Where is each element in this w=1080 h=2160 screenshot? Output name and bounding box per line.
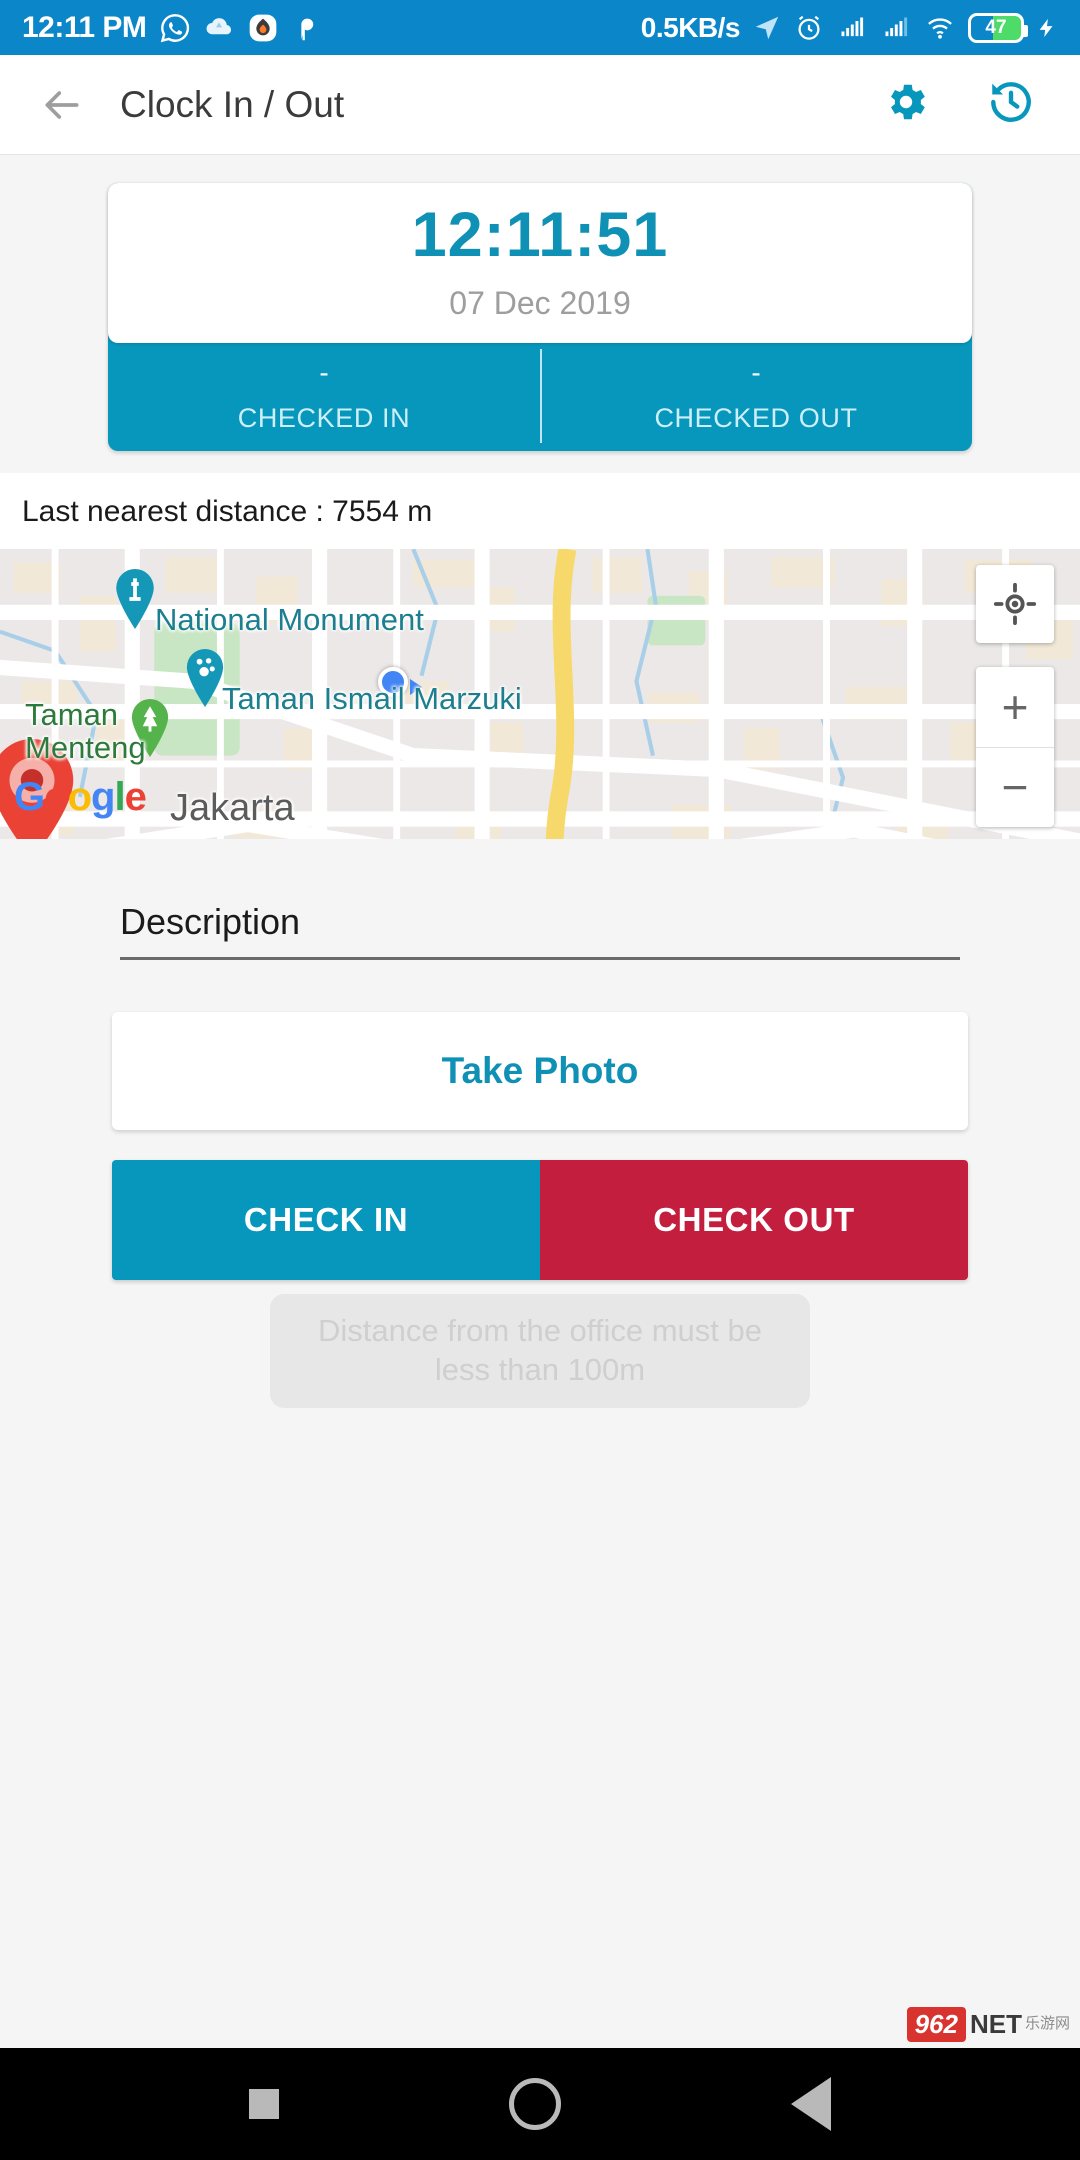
whatsapp-icon xyxy=(159,12,191,44)
check-out-button[interactable]: CHECK OUT xyxy=(540,1160,968,1280)
app-bar: Clock In / Out xyxy=(0,55,1080,155)
map-label-taman-menteng-line2: Menteng xyxy=(25,729,146,765)
watermark-number: 962 xyxy=(906,2007,966,2042)
history-icon[interactable] xyxy=(986,77,1036,132)
map-background xyxy=(0,549,1080,839)
checked-out-value: - xyxy=(751,356,761,388)
watermark-net: NET xyxy=(969,2009,1022,2039)
zoom-out-button[interactable]: − xyxy=(976,748,1054,828)
take-photo-button[interactable]: Take Photo xyxy=(112,1012,968,1130)
check-action-row: CHECK IN CHECK OUT xyxy=(112,1160,968,1280)
page-title: Clock In / Out xyxy=(120,83,345,125)
watermark: 962 NET 乐游网 xyxy=(906,2007,1070,2042)
current-time: 12:11:51 xyxy=(411,200,669,270)
signal-bars-2-icon xyxy=(880,14,912,42)
location-arrow-icon xyxy=(752,13,782,43)
checked-out-stat: - CHECKED OUT xyxy=(540,341,972,451)
description-field-wrapper xyxy=(120,901,960,960)
status-bar-clock: 12:11 PM xyxy=(22,10,147,44)
clock-display-card: 12:11:51 07 Dec 2019 xyxy=(108,183,972,343)
map-view[interactable]: National Monument Taman Ismail Marzuki T… xyxy=(0,549,1080,839)
clock-card-wrapper: - CHECKED IN - CHECKED OUT 12:11:51 07 D… xyxy=(108,183,972,451)
my-location-icon[interactable] xyxy=(976,565,1054,643)
description-input[interactable] xyxy=(120,901,960,943)
battery-level-label: 47 xyxy=(985,16,1007,38)
last-nearest-distance: Last nearest distance : 7554 m xyxy=(0,473,1080,549)
app-icon xyxy=(247,12,279,44)
map-label-national-monument: National Monument xyxy=(155,602,424,637)
alarm-icon xyxy=(794,13,824,43)
checked-in-stat: - CHECKED IN xyxy=(108,341,540,451)
square-recent-icon[interactable] xyxy=(249,2089,279,2119)
network-speed-label: 0.5KB/s xyxy=(640,11,741,43)
form-section: Take Photo CHECK IN CHECK OUT Distance f… xyxy=(0,839,1080,1408)
toast-message: Distance from the office must be less th… xyxy=(270,1294,810,1408)
watermark-cn: 乐游网 xyxy=(1024,2015,1070,2033)
map-label-taman-menteng: Taman Menteng xyxy=(25,697,146,765)
app-bar-actions xyxy=(882,77,1046,132)
monument-pin xyxy=(112,569,158,634)
map-label-taman-menteng-line1: Taman xyxy=(25,697,119,732)
wifi-icon xyxy=(924,14,956,42)
clock-section: - CHECKED IN - CHECKED OUT 12:11:51 07 D… xyxy=(0,155,1080,473)
back-arrow-icon[interactable] xyxy=(34,77,90,133)
circle-home-icon[interactable] xyxy=(509,2078,561,2130)
checked-in-label: CHECKED IN xyxy=(237,402,411,433)
check-in-button[interactable]: CHECK IN xyxy=(112,1160,540,1280)
status-bar-right: 0.5KB/s 47 xyxy=(641,12,1058,44)
charging-bolt-icon xyxy=(1036,13,1058,43)
cloud-icon xyxy=(204,13,234,43)
zoom-in-button[interactable]: + xyxy=(976,667,1054,748)
google-logo: Google xyxy=(14,775,147,819)
map-label-taman-ismail: Taman Ismail Marzuki xyxy=(222,681,522,716)
checked-in-value: - xyxy=(319,356,329,388)
clock-stats-row: - CHECKED IN - CHECKED OUT xyxy=(108,341,972,451)
gear-icon[interactable] xyxy=(882,78,930,131)
checked-out-label: CHECKED OUT xyxy=(654,402,858,433)
status-bar: 12:11 PM 0.5KB/s 47 xyxy=(0,0,1080,55)
system-navigation-bar xyxy=(0,2048,1080,2160)
triangle-back-icon[interactable] xyxy=(791,2077,831,2131)
status-bar-left: 12:11 PM xyxy=(22,11,320,45)
map-zoom-controls[interactable]: + − xyxy=(976,667,1054,827)
theater-pin xyxy=(183,649,227,712)
pinterest-icon xyxy=(292,13,320,43)
battery-icon: 47 xyxy=(968,12,1028,43)
map-label-jakarta: Jakarta xyxy=(170,787,295,829)
current-date: 07 Dec 2019 xyxy=(449,285,631,321)
signal-bars-1-icon xyxy=(836,14,868,42)
